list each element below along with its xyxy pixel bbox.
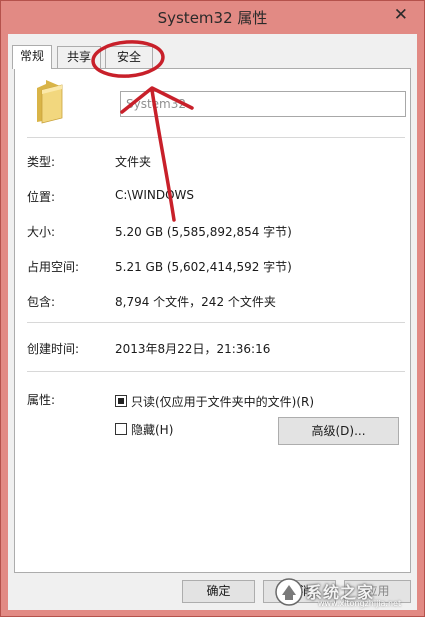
watermark-url: www.xitongzhijia.net: [318, 599, 402, 608]
watermark-logo-icon: [275, 578, 303, 606]
annotation-arrow-shaft: [150, 88, 176, 222]
tab-general[interactable]: 常规: [12, 45, 52, 69]
watermark: 系统之家 www.xitongzhijia.net: [274, 573, 420, 613]
annotation-overlay: [91, 40, 194, 222]
annotation-arrow-head: [120, 86, 194, 114]
highlight-circle: [91, 40, 165, 78]
